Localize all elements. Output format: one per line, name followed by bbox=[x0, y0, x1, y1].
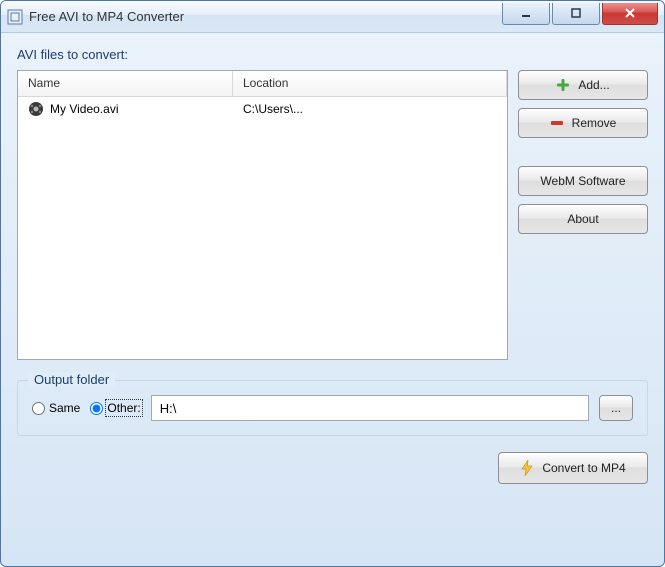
remove-label: Remove bbox=[572, 116, 617, 130]
radio-other[interactable] bbox=[90, 402, 103, 415]
radio-same-label: Same bbox=[49, 401, 80, 415]
radio-other-label: Other: bbox=[107, 401, 140, 415]
spacer bbox=[518, 146, 648, 158]
minimize-icon bbox=[520, 7, 532, 19]
table-row[interactable]: My Video.avi C:\Users\... bbox=[18, 97, 507, 121]
convert-label: Convert to MP4 bbox=[542, 461, 625, 475]
bottom-row: Convert to MP4 bbox=[17, 452, 648, 484]
file-location: C:\Users\... bbox=[243, 102, 303, 116]
about-label: About bbox=[567, 212, 598, 226]
browse-label: ... bbox=[611, 401, 621, 415]
add-label: Add... bbox=[578, 78, 609, 92]
add-button[interactable]: Add... bbox=[518, 70, 648, 100]
output-row: Same Other: ... bbox=[32, 395, 633, 421]
app-window: Free AVI to MP4 Converter AVI files to c… bbox=[0, 0, 665, 567]
radio-same[interactable] bbox=[32, 402, 45, 415]
client-area: AVI files to convert: Name Location My V… bbox=[1, 33, 664, 500]
file-list-header: Name Location bbox=[18, 71, 507, 97]
app-icon bbox=[7, 9, 23, 25]
cell-location: C:\Users\... bbox=[233, 102, 507, 116]
col-header-location[interactable]: Location bbox=[233, 71, 507, 96]
file-area: Name Location My Video.avi C:\Users\... bbox=[17, 70, 648, 360]
webm-label: WebM Software bbox=[540, 174, 625, 188]
window-controls bbox=[502, 3, 658, 25]
titlebar: Free AVI to MP4 Converter bbox=[1, 1, 664, 33]
side-buttons: Add... Remove WebM Software About bbox=[518, 70, 648, 360]
files-section-label: AVI files to convert: bbox=[17, 47, 648, 62]
webm-button[interactable]: WebM Software bbox=[518, 166, 648, 196]
output-folder-group: Output folder Same Other: ... bbox=[17, 380, 648, 436]
file-list[interactable]: Name Location My Video.avi C:\Users\... bbox=[17, 70, 508, 360]
minimize-button[interactable] bbox=[502, 3, 550, 25]
window-title: Free AVI to MP4 Converter bbox=[29, 9, 502, 24]
browse-button[interactable]: ... bbox=[599, 395, 633, 421]
remove-button[interactable]: Remove bbox=[518, 108, 648, 138]
col-header-name[interactable]: Name bbox=[18, 71, 233, 96]
file-name: My Video.avi bbox=[50, 102, 118, 116]
convert-button[interactable]: Convert to MP4 bbox=[498, 452, 648, 484]
cell-name: My Video.avi bbox=[18, 101, 233, 117]
radio-other-wrap[interactable]: Other: bbox=[90, 401, 140, 415]
lightning-icon bbox=[520, 460, 534, 476]
close-button[interactable] bbox=[602, 3, 658, 25]
output-path-input[interactable] bbox=[151, 395, 589, 421]
close-icon bbox=[624, 7, 636, 19]
about-button[interactable]: About bbox=[518, 204, 648, 234]
video-file-icon bbox=[28, 101, 44, 117]
radio-same-wrap[interactable]: Same bbox=[32, 401, 80, 415]
maximize-button[interactable] bbox=[552, 3, 600, 25]
plus-icon bbox=[556, 78, 570, 92]
maximize-icon bbox=[570, 7, 582, 19]
output-group-title: Output folder bbox=[28, 372, 115, 387]
minus-icon bbox=[550, 116, 564, 130]
